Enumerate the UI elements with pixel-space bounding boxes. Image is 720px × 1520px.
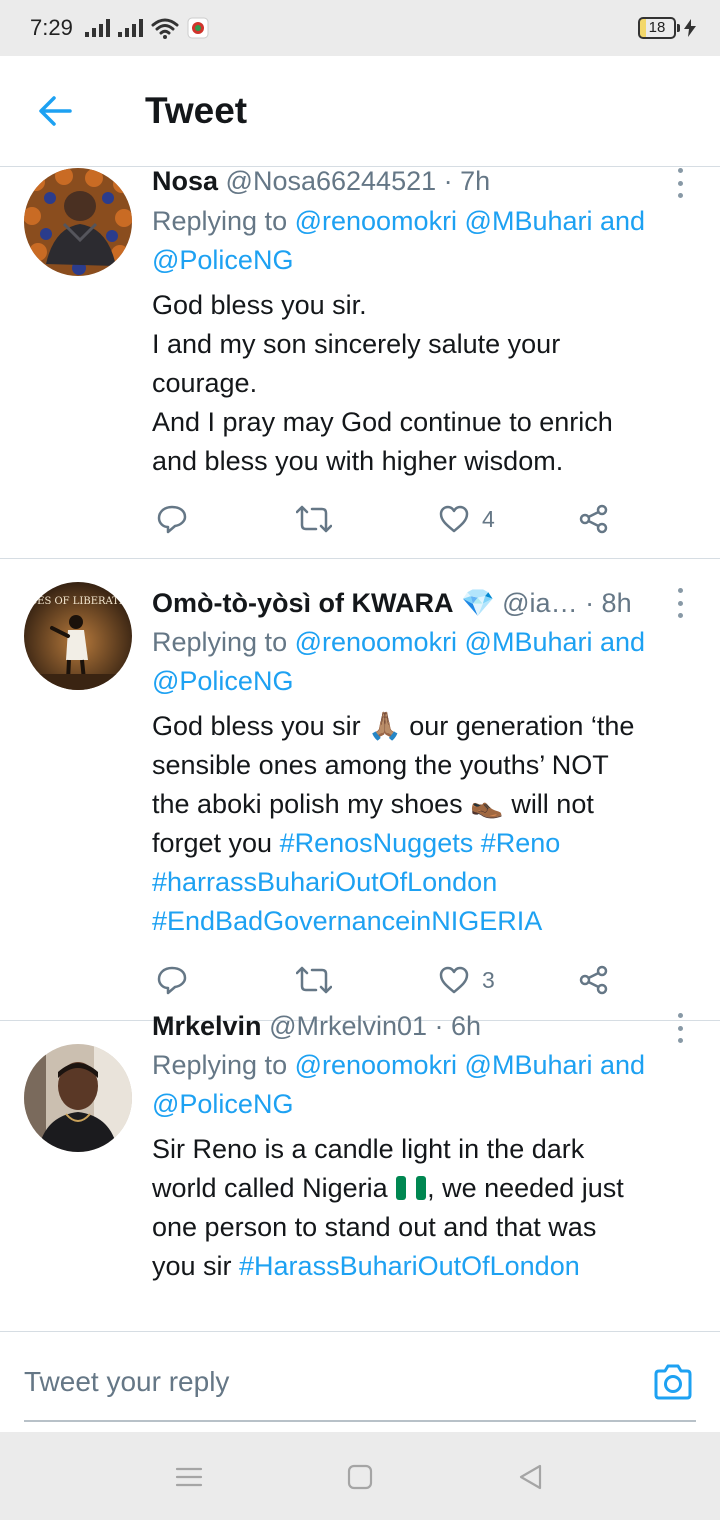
reply-feed[interactable]: Nosa @Nosa66244521 · 7h Replying to @ren… bbox=[0, 168, 720, 1330]
text-line: I and my son sincerely salute your bbox=[152, 329, 561, 359]
tweet-text: God bless you sir. I and my son sincerel… bbox=[152, 286, 697, 481]
replying-prefix: Replying to bbox=[152, 1050, 295, 1080]
text-line: world called Nigeria , we needed just bbox=[152, 1173, 624, 1203]
text-line: And I pray may God continue to enrich bbox=[152, 407, 613, 437]
text-line: Sir Reno is a candle light in the dark bbox=[152, 1134, 585, 1164]
wifi-icon bbox=[151, 18, 179, 39]
share-button[interactable] bbox=[578, 499, 610, 539]
display-name[interactable]: Mrkelvin bbox=[152, 1011, 262, 1041]
handle-time: @ia… · 8h bbox=[502, 588, 632, 618]
handle-time: @Nosa66244521 · 7h bbox=[225, 168, 491, 196]
mention-link[interactable]: @renoomokri @MBuhari and bbox=[295, 627, 645, 657]
hashtag-link[interactable]: #EndBadGovernanceinNIGERIA bbox=[152, 902, 697, 941]
like-button[interactable]: 4 bbox=[438, 499, 495, 539]
mention-link[interactable]: @renoomokri @MBuhari and bbox=[295, 1050, 645, 1080]
mention-link[interactable]: @PoliceNG bbox=[152, 662, 697, 701]
tweet-text: Sir Reno is a candle light in the dark w… bbox=[152, 1130, 697, 1286]
more-options-icon[interactable] bbox=[674, 1013, 686, 1043]
back-button[interactable] bbox=[0, 56, 112, 167]
mention-link[interactable]: @PoliceNG bbox=[152, 241, 697, 280]
app-header: Tweet bbox=[0, 56, 720, 167]
like-count: 3 bbox=[482, 966, 495, 993]
hashtag-link[interactable]: #harrassBuhariOutOfLondon bbox=[152, 863, 697, 902]
tweet-text: God bless you sir 🙏🏽 our generation ‘the… bbox=[152, 707, 697, 941]
reply-icon bbox=[157, 505, 187, 534]
hashtag-link[interactable]: #Reno bbox=[481, 828, 561, 858]
handle-time: @Mrkelvin01 · 6h bbox=[269, 1011, 482, 1041]
replying-to: Replying to @renoomokri @MBuhari and @Po… bbox=[152, 623, 697, 701]
text-line: courage. bbox=[152, 368, 258, 398]
tweet-actions: 4 bbox=[152, 499, 622, 539]
avatar[interactable] bbox=[24, 168, 132, 276]
battery-level: 18 bbox=[638, 17, 676, 39]
text-line: God bless you sir. bbox=[152, 290, 367, 320]
reply-button[interactable] bbox=[156, 499, 188, 539]
text-line: the aboki polish my shoes 👞 will not bbox=[152, 789, 594, 819]
status-time: 7:29 bbox=[30, 15, 73, 40]
tweet-card[interactable]: Mrkelvin @Mrkelvin01 · 6h Replying to @r… bbox=[0, 1011, 720, 1330]
text-line: God bless you sir 🙏🏽 our generation ‘the bbox=[152, 711, 635, 741]
replying-prefix: Replying to bbox=[152, 206, 295, 236]
system-navigation-bar bbox=[0, 1432, 720, 1520]
like-count: 4 bbox=[482, 505, 495, 532]
more-options-icon[interactable] bbox=[674, 588, 686, 618]
reply-input[interactable]: Tweet your reply bbox=[24, 1366, 229, 1398]
tweet-actions: 3 bbox=[152, 960, 622, 1000]
nav-back-icon[interactable] bbox=[516, 1464, 546, 1490]
cellular-signal-icon bbox=[84, 19, 110, 37]
menu-icon[interactable] bbox=[174, 1464, 204, 1490]
heart-icon bbox=[439, 966, 469, 994]
back-arrow-icon bbox=[39, 96, 72, 126]
reply-icon bbox=[157, 966, 187, 995]
display-name[interactable]: Omò-tò-yòsì of KWARA bbox=[152, 588, 453, 618]
text-line: and bless you with higher wisdom. bbox=[152, 446, 564, 476]
home-icon[interactable] bbox=[345, 1464, 375, 1490]
tweet-header: Mrkelvin @Mrkelvin01 · 6h bbox=[152, 1008, 660, 1044]
charging-icon bbox=[684, 19, 696, 37]
display-name[interactable]: Nosa bbox=[152, 168, 218, 196]
retweet-icon bbox=[296, 505, 332, 533]
camera-icon[interactable] bbox=[652, 1362, 694, 1402]
share-button[interactable] bbox=[578, 960, 610, 1000]
hashtag-link[interactable]: #RenosNuggets bbox=[280, 828, 474, 858]
replying-prefix: Replying to bbox=[152, 627, 295, 657]
status-bar: 7:29 18 bbox=[0, 0, 720, 56]
notification-app-icon bbox=[187, 17, 209, 39]
battery-icon: 18 bbox=[638, 17, 680, 39]
avatar[interactable]: FACES OF LIBERATION bbox=[24, 582, 132, 690]
tweet-header: Nosa @Nosa66244521 · 7h bbox=[152, 168, 660, 199]
shoe-emoji: 👞 bbox=[470, 789, 504, 819]
verified-badge: 💎 bbox=[461, 588, 495, 618]
share-icon bbox=[579, 965, 608, 995]
heart-icon bbox=[439, 505, 469, 533]
hashtag-link[interactable]: #HarassBuhariOutOfLondon bbox=[239, 1251, 580, 1281]
reply-composer[interactable]: Tweet your reply bbox=[0, 1331, 720, 1432]
tweet-card[interactable]: FACES OF LIBERATION Omò-tò-yòsì of KWARA… bbox=[0, 560, 720, 1021]
text-line: sensible ones among the youths’ NOT bbox=[152, 750, 609, 780]
cellular-signal-2-icon bbox=[117, 19, 143, 37]
text-line: one person to stand out and that was bbox=[152, 1212, 597, 1242]
text-line: you sir #HarassBuhariOutOfLondon bbox=[152, 1251, 580, 1281]
tweet-header: Omò-tò-yòsì of KWARA 💎 @ia… · 8h bbox=[152, 585, 660, 621]
mention-link[interactable]: @renoomokri @MBuhari and bbox=[295, 206, 645, 236]
page-title: Tweet bbox=[145, 90, 248, 131]
nigeria-flag-icon bbox=[396, 1176, 427, 1200]
replying-to: Replying to @renoomokri @MBuhari and @Po… bbox=[152, 1046, 697, 1124]
reply-underline bbox=[24, 1420, 696, 1422]
reply-button[interactable] bbox=[156, 960, 188, 1000]
share-icon bbox=[579, 504, 608, 534]
tweet-card[interactable]: Nosa @Nosa66244521 · 7h Replying to @ren… bbox=[0, 168, 720, 559]
text-line: forget you #RenosNuggets #Reno bbox=[152, 828, 561, 858]
retweet-button[interactable] bbox=[296, 499, 332, 539]
mention-link[interactable]: @PoliceNG bbox=[152, 1085, 697, 1124]
retweet-button[interactable] bbox=[296, 960, 332, 1000]
avatar[interactable] bbox=[24, 1044, 132, 1152]
replying-to: Replying to @renoomokri @MBuhari and @Po… bbox=[152, 202, 697, 280]
retweet-icon bbox=[296, 966, 332, 994]
more-options-icon[interactable] bbox=[674, 168, 686, 198]
folded-hands-emoji: 🙏🏽 bbox=[368, 711, 402, 741]
avatar-caption: FACES OF LIBERATION bbox=[24, 596, 132, 607]
like-button[interactable]: 3 bbox=[438, 960, 495, 1000]
